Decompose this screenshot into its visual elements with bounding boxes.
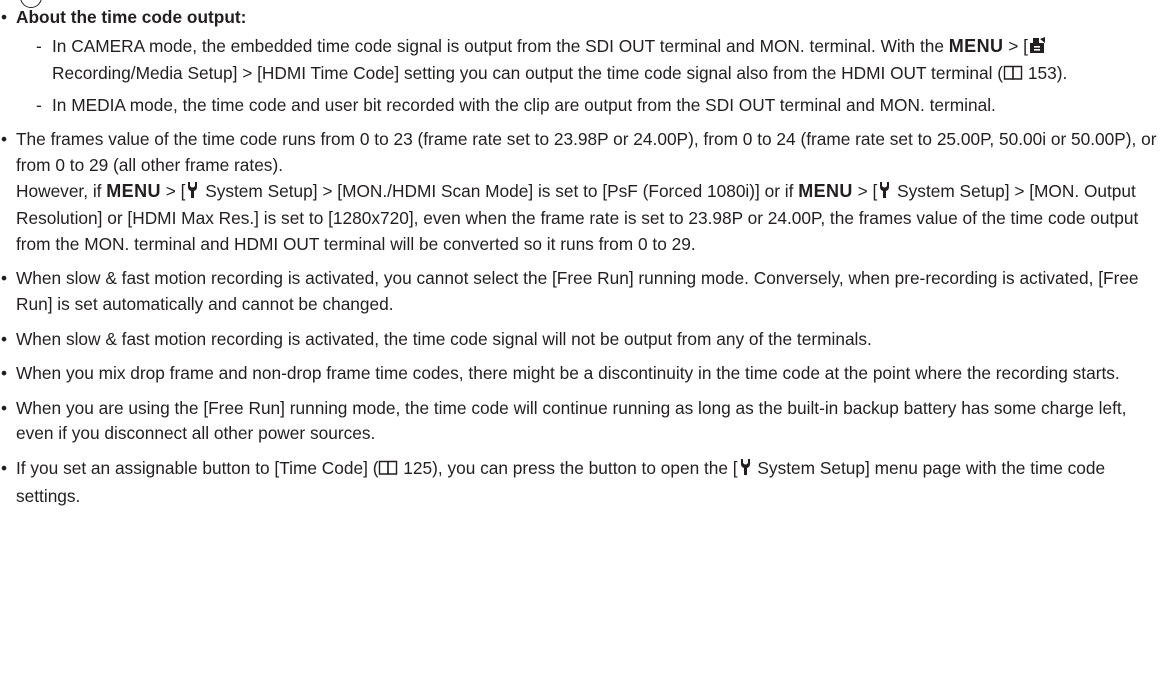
bullet-assignable-button: • If you set an assignable button to [Ti… <box>1 457 1106 506</box>
bullet-mark: • <box>1 7 8 27</box>
bullet-frames-value: • The frames value of the time code runs… <box>1 129 1157 254</box>
bullet-timecode-output: • About the time code output: - In CAMER… <box>0 5 1162 118</box>
bullet-mark: • <box>1 397 8 418</box>
menu-keyword: MENU <box>798 180 853 201</box>
section-heading: About the time code output: <box>16 7 247 27</box>
book-reference-icon <box>1003 63 1023 89</box>
bullet-no-output-slow-fast: • When slow & fast motion recording is a… <box>0 327 1162 353</box>
bullet-mark: • <box>1 328 8 349</box>
wrench-system-setup-icon <box>738 458 753 484</box>
bullet-mark: • <box>1 457 8 478</box>
bullet-mark: • <box>1 268 8 289</box>
notes-section: • About the time code output: - In CAMER… <box>0 5 1162 518</box>
menu-keyword: MENU <box>948 35 1004 56</box>
bullet-free-run-battery: • When you are using the [Free Run] runn… <box>1 397 1127 444</box>
wrench-system-setup-icon <box>185 181 200 207</box>
sub-item-camera-mode: - In CAMERA mode, the embedded time code… <box>16 34 1162 89</box>
sub-item-media-mode: - In MEDIA mode, the time code and user … <box>36 94 996 115</box>
wrench-system-setup-icon <box>877 181 892 207</box>
bullet-mark: • <box>1 363 8 384</box>
bullet-drop-frame-mix: • When you mix drop frame and non-drop f… <box>0 361 1162 387</box>
bullet-free-run-slow-fast: • When slow & fast motion recording is a… <box>1 268 1139 314</box>
book-reference-icon <box>378 458 398 484</box>
recording-media-setup-icon <box>1028 36 1047 62</box>
bullet-mark: • <box>1 129 8 150</box>
menu-keyword: MENU <box>106 180 161 201</box>
sub-list: - In CAMERA mode, the embedded time code… <box>16 34 1162 119</box>
